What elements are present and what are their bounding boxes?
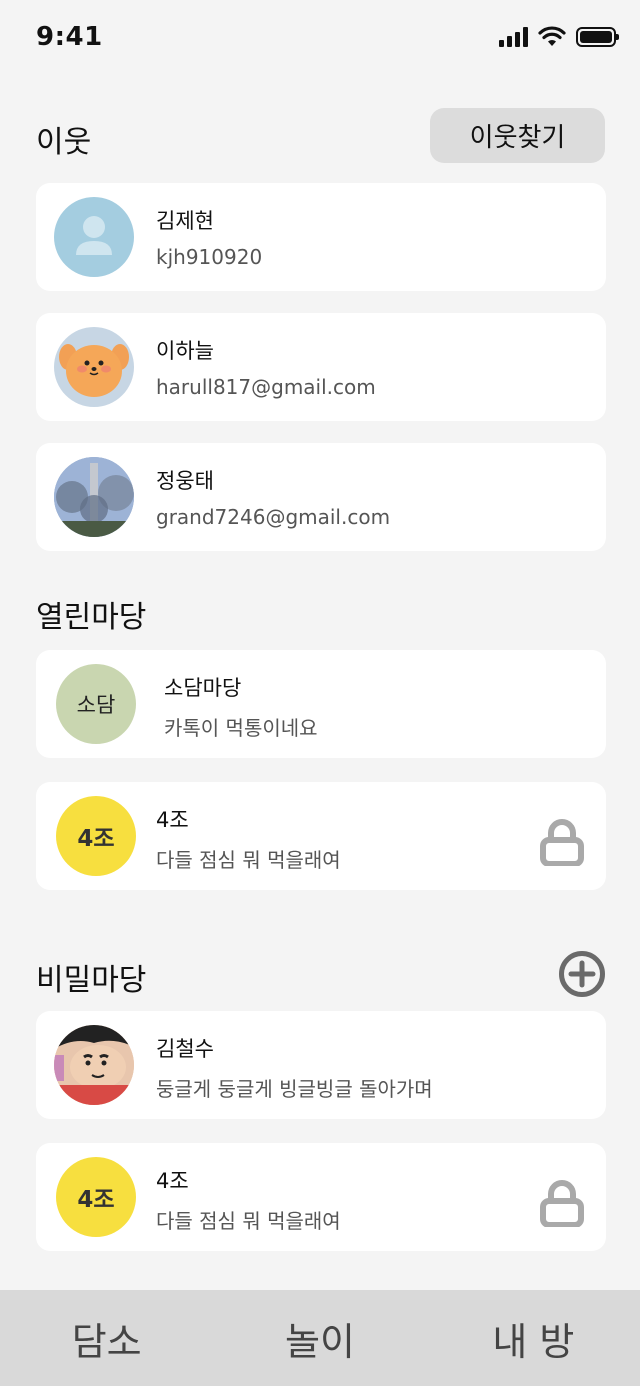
secret-room-card[interactable]: 4조 4조 다들 점심 뭐 먹을래여 xyxy=(36,1143,606,1251)
room-avatar-text: 4조 xyxy=(77,826,115,852)
room-avatar-text: 4조 xyxy=(77,1187,115,1213)
section-title-neighbors: 이웃 xyxy=(36,125,92,160)
battery-icon xyxy=(576,27,619,47)
lock-icon xyxy=(540,819,584,866)
neighbor-card[interactable]: 정웅태 grand7246@gmail.com xyxy=(36,443,606,551)
neighbor-name: 김제현 xyxy=(156,209,214,233)
nav-item-play[interactable]: 놀이 xyxy=(213,1311,426,1366)
room-name: 4조 xyxy=(156,808,189,832)
room-avatar: 소담 xyxy=(56,664,136,744)
neighbor-id: grand7246@gmail.com xyxy=(156,505,391,529)
neighbor-name: 정웅태 xyxy=(156,469,214,493)
bear-avatar-icon xyxy=(54,327,134,407)
section-title-secret-rooms: 비밀마당 xyxy=(36,963,147,998)
nav-item-damso[interactable]: 담소 xyxy=(0,1311,213,1366)
room-name: 4조 xyxy=(156,1169,189,1193)
room-message: 둥글게 둥글게 빙글빙글 돌아가며 xyxy=(156,1077,433,1101)
room-message: 다들 점심 뭐 먹을래여 xyxy=(156,1209,341,1233)
room-message: 다들 점심 뭐 먹을래여 xyxy=(156,848,341,872)
wifi-icon xyxy=(538,26,566,46)
bottom-nav: 담소 놀이 내 방 xyxy=(0,1290,640,1386)
secret-room-card[interactable]: 김철수 둥글게 둥글게 빙글빙글 돌아가며 xyxy=(36,1011,606,1119)
find-neighbor-button[interactable]: 이웃찾기 xyxy=(430,108,605,163)
room-name: 김철수 xyxy=(156,1037,214,1061)
neighbor-id: harull817@gmail.com xyxy=(156,375,376,399)
open-room-card[interactable]: 4조 4조 다들 점심 뭐 먹을래여 xyxy=(36,782,606,890)
status-time: 9:41 xyxy=(36,22,103,52)
open-room-card[interactable]: 소담 소담마당 카톡이 먹통이네요 xyxy=(36,650,606,758)
status-bar: 9:41 xyxy=(0,0,640,80)
section-title-open-rooms: 열린마당 xyxy=(36,600,147,635)
room-avatar: 4조 xyxy=(56,1157,136,1237)
neighbor-id: kjh910920 xyxy=(156,245,263,269)
neighbor-card[interactable]: 이하늘 harull817@gmail.com xyxy=(36,313,606,421)
neighbor-name: 이하늘 xyxy=(156,339,214,363)
nav-item-my-room[interactable]: 내 방 xyxy=(427,1311,640,1366)
plus-circle-icon[interactable] xyxy=(558,950,606,998)
cellular-signal-icon xyxy=(499,27,528,47)
room-avatar-text: 소담 xyxy=(76,693,116,717)
default-avatar-icon xyxy=(54,197,134,277)
cartoon-boy-avatar-icon xyxy=(54,1025,134,1105)
neighbor-card[interactable]: 김제현 kjh910920 xyxy=(36,183,606,291)
room-avatar: 4조 xyxy=(56,796,136,876)
status-icons xyxy=(499,26,619,48)
room-name: 소담마당 xyxy=(164,676,242,700)
tree-photo-avatar-icon xyxy=(54,457,134,537)
room-message: 카톡이 먹통이네요 xyxy=(164,716,318,740)
lock-icon xyxy=(540,1180,584,1227)
